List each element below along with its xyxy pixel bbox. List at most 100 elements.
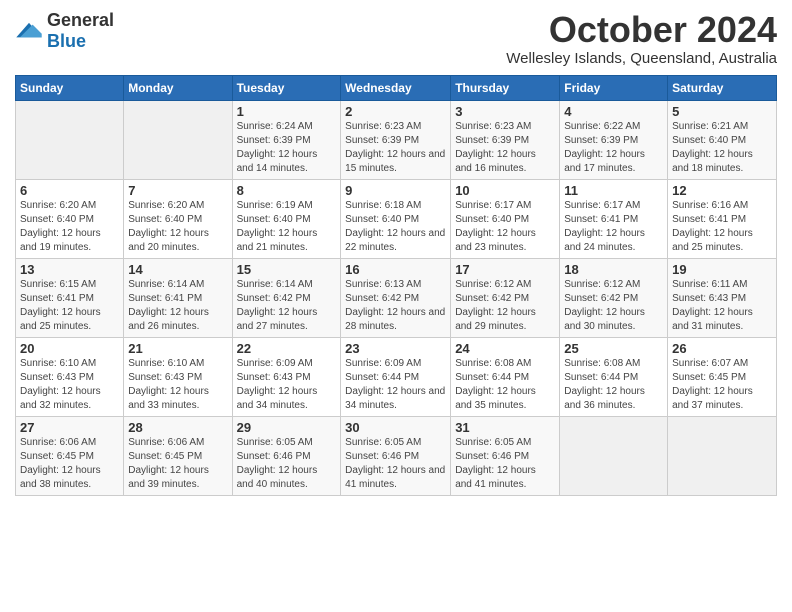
calendar-cell: 5Sunrise: 6:21 AM Sunset: 6:40 PM Daylig… [668, 100, 777, 179]
day-detail: Sunrise: 6:10 AM Sunset: 6:43 PM Dayligh… [20, 357, 119, 413]
week-row-2: 6Sunrise: 6:20 AM Sunset: 6:40 PM Daylig… [16, 179, 777, 258]
day-number: 22 [237, 341, 337, 356]
day-number: 18 [564, 262, 663, 277]
day-number: 25 [564, 341, 663, 356]
calendar-cell: 28Sunrise: 6:06 AM Sunset: 6:45 PM Dayli… [124, 416, 232, 495]
week-row-3: 13Sunrise: 6:15 AM Sunset: 6:41 PM Dayli… [16, 258, 777, 337]
day-number: 16 [345, 262, 446, 277]
calendar-cell: 8Sunrise: 6:19 AM Sunset: 6:40 PM Daylig… [232, 179, 341, 258]
calendar-cell: 1Sunrise: 6:24 AM Sunset: 6:39 PM Daylig… [232, 100, 341, 179]
day-number: 17 [455, 262, 555, 277]
calendar-header-row: SundayMondayTuesdayWednesdayThursdayFrid… [16, 75, 777, 100]
day-detail: Sunrise: 6:10 AM Sunset: 6:43 PM Dayligh… [128, 357, 227, 413]
page-header: General Blue October 2024 Wellesley Isla… [15, 10, 777, 67]
calendar-cell: 27Sunrise: 6:06 AM Sunset: 6:45 PM Dayli… [16, 416, 124, 495]
calendar-cell: 26Sunrise: 6:07 AM Sunset: 6:45 PM Dayli… [668, 337, 777, 416]
week-row-1: 1Sunrise: 6:24 AM Sunset: 6:39 PM Daylig… [16, 100, 777, 179]
day-detail: Sunrise: 6:18 AM Sunset: 6:40 PM Dayligh… [345, 199, 446, 255]
logo-general-text: General [47, 10, 114, 30]
header-saturday: Saturday [668, 75, 777, 100]
day-detail: Sunrise: 6:16 AM Sunset: 6:41 PM Dayligh… [672, 199, 772, 255]
calendar-cell: 31Sunrise: 6:05 AM Sunset: 6:46 PM Dayli… [451, 416, 560, 495]
day-detail: Sunrise: 6:08 AM Sunset: 6:44 PM Dayligh… [455, 357, 555, 413]
day-number: 24 [455, 341, 555, 356]
day-detail: Sunrise: 6:05 AM Sunset: 6:46 PM Dayligh… [345, 436, 446, 492]
day-detail: Sunrise: 6:07 AM Sunset: 6:45 PM Dayligh… [672, 357, 772, 413]
header-tuesday: Tuesday [232, 75, 341, 100]
calendar-cell: 17Sunrise: 6:12 AM Sunset: 6:42 PM Dayli… [451, 258, 560, 337]
calendar-cell: 16Sunrise: 6:13 AM Sunset: 6:42 PM Dayli… [341, 258, 451, 337]
day-detail: Sunrise: 6:14 AM Sunset: 6:41 PM Dayligh… [128, 278, 227, 334]
calendar-cell: 25Sunrise: 6:08 AM Sunset: 6:44 PM Dayli… [560, 337, 668, 416]
calendar-cell: 19Sunrise: 6:11 AM Sunset: 6:43 PM Dayli… [668, 258, 777, 337]
calendar-cell: 2Sunrise: 6:23 AM Sunset: 6:39 PM Daylig… [341, 100, 451, 179]
day-detail: Sunrise: 6:06 AM Sunset: 6:45 PM Dayligh… [20, 436, 119, 492]
calendar-cell: 12Sunrise: 6:16 AM Sunset: 6:41 PM Dayli… [668, 179, 777, 258]
day-detail: Sunrise: 6:12 AM Sunset: 6:42 PM Dayligh… [564, 278, 663, 334]
calendar-cell: 24Sunrise: 6:08 AM Sunset: 6:44 PM Dayli… [451, 337, 560, 416]
day-number: 28 [128, 420, 227, 435]
week-row-4: 20Sunrise: 6:10 AM Sunset: 6:43 PM Dayli… [16, 337, 777, 416]
calendar-cell: 23Sunrise: 6:09 AM Sunset: 6:44 PM Dayli… [341, 337, 451, 416]
day-detail: Sunrise: 6:05 AM Sunset: 6:46 PM Dayligh… [237, 436, 337, 492]
calendar-cell: 10Sunrise: 6:17 AM Sunset: 6:40 PM Dayli… [451, 179, 560, 258]
day-detail: Sunrise: 6:15 AM Sunset: 6:41 PM Dayligh… [20, 278, 119, 334]
calendar-cell: 4Sunrise: 6:22 AM Sunset: 6:39 PM Daylig… [560, 100, 668, 179]
calendar-cell: 20Sunrise: 6:10 AM Sunset: 6:43 PM Dayli… [16, 337, 124, 416]
day-detail: Sunrise: 6:12 AM Sunset: 6:42 PM Dayligh… [455, 278, 555, 334]
calendar-cell [16, 100, 124, 179]
header-monday: Monday [124, 75, 232, 100]
calendar-table: SundayMondayTuesdayWednesdayThursdayFrid… [15, 75, 777, 496]
day-number: 11 [564, 183, 663, 198]
calendar-cell: 14Sunrise: 6:14 AM Sunset: 6:41 PM Dayli… [124, 258, 232, 337]
day-detail: Sunrise: 6:05 AM Sunset: 6:46 PM Dayligh… [455, 436, 555, 492]
day-number: 14 [128, 262, 227, 277]
main-title: October 2024 [506, 10, 777, 50]
day-number: 2 [345, 104, 446, 119]
day-number: 23 [345, 341, 446, 356]
logo: General Blue [15, 10, 114, 52]
calendar-cell: 30Sunrise: 6:05 AM Sunset: 6:46 PM Dayli… [341, 416, 451, 495]
day-detail: Sunrise: 6:14 AM Sunset: 6:42 PM Dayligh… [237, 278, 337, 334]
calendar-cell: 29Sunrise: 6:05 AM Sunset: 6:46 PM Dayli… [232, 416, 341, 495]
day-number: 9 [345, 183, 446, 198]
day-detail: Sunrise: 6:23 AM Sunset: 6:39 PM Dayligh… [455, 120, 555, 176]
day-detail: Sunrise: 6:20 AM Sunset: 6:40 PM Dayligh… [20, 199, 119, 255]
day-number: 13 [20, 262, 119, 277]
calendar-cell: 15Sunrise: 6:14 AM Sunset: 6:42 PM Dayli… [232, 258, 341, 337]
day-number: 26 [672, 341, 772, 356]
calendar-cell: 6Sunrise: 6:20 AM Sunset: 6:40 PM Daylig… [16, 179, 124, 258]
logo-blue-text: Blue [47, 31, 86, 51]
day-detail: Sunrise: 6:19 AM Sunset: 6:40 PM Dayligh… [237, 199, 337, 255]
day-number: 10 [455, 183, 555, 198]
day-number: 19 [672, 262, 772, 277]
day-number: 30 [345, 420, 446, 435]
day-number: 6 [20, 183, 119, 198]
day-detail: Sunrise: 6:21 AM Sunset: 6:40 PM Dayligh… [672, 120, 772, 176]
calendar-cell [668, 416, 777, 495]
calendar-cell: 11Sunrise: 6:17 AM Sunset: 6:41 PM Dayli… [560, 179, 668, 258]
calendar-cell [560, 416, 668, 495]
day-number: 3 [455, 104, 555, 119]
day-number: 21 [128, 341, 227, 356]
day-number: 20 [20, 341, 119, 356]
day-number: 27 [20, 420, 119, 435]
day-number: 29 [237, 420, 337, 435]
day-number: 7 [128, 183, 227, 198]
calendar-cell: 22Sunrise: 6:09 AM Sunset: 6:43 PM Dayli… [232, 337, 341, 416]
calendar-cell: 18Sunrise: 6:12 AM Sunset: 6:42 PM Dayli… [560, 258, 668, 337]
day-detail: Sunrise: 6:08 AM Sunset: 6:44 PM Dayligh… [564, 357, 663, 413]
calendar-cell: 7Sunrise: 6:20 AM Sunset: 6:40 PM Daylig… [124, 179, 232, 258]
header-wednesday: Wednesday [341, 75, 451, 100]
calendar-cell: 9Sunrise: 6:18 AM Sunset: 6:40 PM Daylig… [341, 179, 451, 258]
day-detail: Sunrise: 6:20 AM Sunset: 6:40 PM Dayligh… [128, 199, 227, 255]
day-detail: Sunrise: 6:24 AM Sunset: 6:39 PM Dayligh… [237, 120, 337, 176]
header-thursday: Thursday [451, 75, 560, 100]
day-number: 12 [672, 183, 772, 198]
week-row-5: 27Sunrise: 6:06 AM Sunset: 6:45 PM Dayli… [16, 416, 777, 495]
day-detail: Sunrise: 6:09 AM Sunset: 6:43 PM Dayligh… [237, 357, 337, 413]
header-friday: Friday [560, 75, 668, 100]
logo-icon [15, 21, 43, 41]
calendar-cell [124, 100, 232, 179]
day-number: 15 [237, 262, 337, 277]
